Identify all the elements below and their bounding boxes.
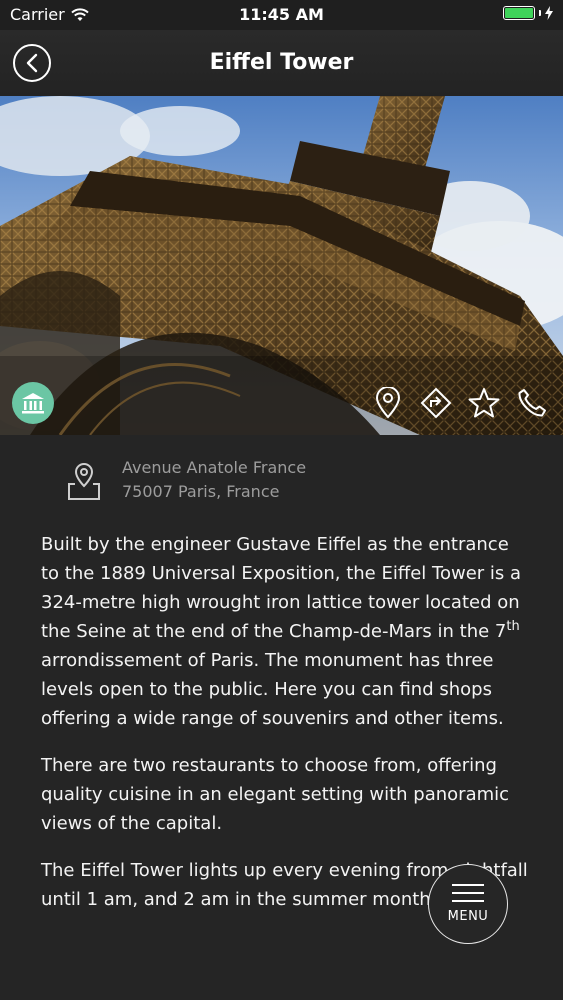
address-text: Avenue Anatole France 75007 Paris, Franc… (122, 456, 306, 504)
description-p1-start: Built by the engineer Gustave Eiffel as … (41, 534, 522, 642)
battery-icon (503, 6, 535, 20)
battery-level (505, 8, 533, 18)
phone-icon (518, 389, 546, 417)
address-block[interactable]: Avenue Anatole France 75007 Paris, Franc… (66, 456, 306, 504)
call-button[interactable] (515, 386, 549, 420)
nav-bar: Eiffel Tower (0, 30, 563, 96)
menu-button[interactable]: MENU (428, 864, 508, 944)
category-badge[interactable] (12, 382, 54, 424)
page-title: Eiffel Tower (209, 50, 354, 75)
description-p1-end: arrondissement of Paris. The monument ha… (41, 650, 504, 729)
address-line-1: Avenue Anatole France (122, 458, 307, 477)
status-time: 11:45 AM (239, 5, 324, 24)
description-paragraph-1: Built by the engineer Gustave Eiffel as … (41, 530, 531, 733)
hero-image (0, 96, 563, 435)
hamburger-icon (452, 884, 484, 902)
map-location-icon (68, 463, 100, 500)
directions-icon (420, 387, 452, 419)
map-pin-icon (375, 387, 401, 419)
eiffel-tower-photo (0, 96, 563, 435)
description-paragraph-2: There are two restaurants to choose from… (41, 755, 510, 834)
map-pin-button[interactable] (371, 386, 405, 420)
address-line-2: 75007 Paris, France (122, 482, 280, 501)
directions-button[interactable] (419, 386, 453, 420)
action-icons (371, 386, 549, 420)
status-bar: Carrier 11:45 AM (0, 0, 563, 30)
status-right (503, 6, 553, 20)
museum-icon (22, 393, 44, 414)
ordinal-suffix: th (506, 619, 520, 634)
menu-label: MENU (447, 909, 489, 924)
star-icon (468, 388, 500, 418)
charging-bolt-icon (545, 6, 553, 20)
battery-tip (539, 10, 541, 16)
favorite-button[interactable] (467, 386, 501, 420)
